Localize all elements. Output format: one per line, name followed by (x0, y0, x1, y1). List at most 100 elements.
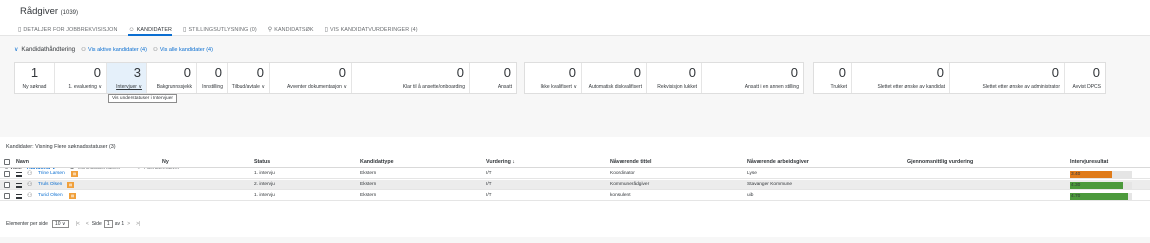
interview-result-bar: 4.70 (1070, 192, 1132, 200)
cell-title: konsulent (610, 193, 631, 198)
cell-rating: I/T (486, 193, 492, 198)
show-all-link[interactable]: ⚇ Vis alle kandidater (4) (153, 47, 213, 53)
tile-count: 0 (93, 65, 101, 80)
col-average-rating[interactable]: Gjennomsnittlig vurdering (907, 159, 973, 165)
tile-deleted-by-admin[interactable]: 0 Slettet etter ønske av administrator (950, 63, 1065, 93)
tile-count: 0 (183, 65, 191, 80)
status-tiles-withdrawn: 0 Trukket 0 Slettet etter ønske av kandida… (813, 62, 1106, 94)
candidate-name-link[interactable]: Turid Olsen (38, 193, 63, 198)
col-interview-result[interactable]: Intervjuresultat (1070, 159, 1108, 165)
search-icon: ⚲ (267, 27, 273, 33)
table-row[interactable]: ⚇ Truls Olsen ▤ 2. intervju Ekstern I/T … (0, 180, 1150, 190)
col-candidate-type[interactable]: Kandidattype (360, 159, 394, 165)
tab-label: DETALJER FOR JOBBREKVISISJON (23, 26, 118, 33)
last-page-button[interactable]: >| (136, 221, 140, 227)
tab-bar: ▯ DETALJER FOR JOBBREKVISISJON ☺ KANDIDATE… (18, 23, 429, 36)
tile-recommendation[interactable]: 0 Innstilling (197, 63, 228, 93)
tile-count: 3 (133, 65, 141, 80)
tab-label: KANDIDATSØK (274, 26, 314, 33)
tile-count: 0 (338, 65, 346, 80)
tile-new-application[interactable]: 1 Ny søknad (15, 63, 55, 93)
cv-icon: ▤ (67, 182, 74, 188)
cell-title: Kommunerådgiver (610, 182, 650, 187)
menu-icon[interactable] (16, 183, 22, 188)
tab-posting[interactable]: ▯ STILLINGSUTLYSNING (0) (183, 23, 257, 36)
cv-icon: ▤ (69, 193, 76, 199)
show-active-link[interactable]: ⚇ Vis aktive kandidater (4) (81, 47, 147, 53)
page-label: Side (91, 221, 102, 227)
table-row[interactable]: ⚇ Turid Olsen ▤ 1. intervju Ekstern I/T … (0, 191, 1150, 201)
tile-not-qualified[interactable]: 0 Ikke kvalifisert ∨ (525, 63, 582, 93)
tile-label: Slettet etter ønske av kandidat (877, 84, 945, 90)
interview-result-bar: 3.40 (1070, 170, 1132, 178)
tile-count: 0 (936, 65, 944, 80)
interview-result-value: 4.30 (1070, 181, 1124, 189)
tile-count: 0 (633, 65, 641, 80)
tile-hired[interactable]: 0 Ansatt (470, 63, 516, 93)
tile-label: Ikke kvalifisert ∨ (540, 84, 577, 90)
copy-icon: ▯ (183, 27, 187, 33)
col-current-employer[interactable]: Nåværende arbeidsgiver (747, 159, 809, 165)
link-label: Vis aktive kandidater (4) (88, 46, 147, 53)
tile-withdrawn[interactable]: 0 Trukket (814, 63, 852, 93)
tile-label: Tilbud/avtale ∨ (231, 84, 265, 90)
tab-assessments[interactable]: ▯ VIS KANDIDATVURDERINGER (4) (325, 23, 418, 36)
tile-ready-to-hire[interactable]: 0 Klar til å ansette/onboarding (352, 63, 470, 93)
first-page-button[interactable]: |< (76, 221, 80, 227)
tile-label: Automatisk diskvalifisert (588, 84, 642, 90)
header-row: Navn Ny Status Kandidattype Vurdering ↓ … (0, 156, 1150, 168)
link-label: Vis alle kandidater (4) (159, 46, 213, 53)
person-icon: ⚇ (27, 193, 33, 199)
per-page-select[interactable]: 10 ∨ (51, 220, 69, 228)
candidate-name-link[interactable]: Truls Olsen (38, 182, 62, 187)
menu-icon[interactable] (16, 194, 22, 199)
col-current-title[interactable]: Nåværende tittel (610, 159, 652, 165)
next-page-button[interactable]: > (127, 221, 130, 227)
status-tiles-active: 1 Ny søknad 0 1. evaluering ∨ 3 Intervjuer … (14, 62, 517, 94)
tile-background-check[interactable]: 0 Bakgrunnssjekk (147, 63, 197, 93)
candidate-name-link[interactable]: Trine Larsen (38, 171, 65, 176)
select-all-checkbox[interactable] (4, 159, 10, 165)
cell-type: Ekstern (360, 171, 377, 176)
tile-deleted-by-candidate[interactable]: 0 Slettet etter ønske av kandidat (852, 63, 950, 93)
row-checkbox[interactable] (4, 182, 10, 188)
tile-requisition-closed[interactable]: 0 Rekvisisjon lukket (647, 63, 702, 93)
cell-status: 1. intervju (254, 193, 275, 198)
title-count: (1039) (60, 10, 79, 16)
tile-label: Avventer dokumentasjon ∨ (287, 84, 347, 90)
page-header: Rådgiver (1039) ▯ DETALJER FOR JOBBREKVIS… (0, 0, 1150, 36)
col-rating[interactable]: Vurdering ↓ (486, 159, 515, 165)
person-icon: ⚇ (27, 182, 33, 188)
prev-page-button[interactable]: < (86, 221, 89, 227)
interview-result-value: 3.40 (1070, 170, 1113, 178)
tab-candidates[interactable]: ☺ KANDIDATER (128, 23, 172, 36)
document-icon: ▯ (18, 27, 22, 33)
tile-label: Ansatt (497, 84, 512, 90)
row-checkbox[interactable] (4, 193, 10, 199)
section-title: Kandidathåndtering (21, 46, 76, 53)
table-row[interactable]: ⚇ Trine Larsen ▤ 1. intervju Ekstern I/T… (0, 169, 1150, 179)
cell-rating: I/T (486, 182, 492, 187)
tile-count: 0 (214, 65, 222, 80)
tab-candidate-search[interactable]: ⚲ KANDIDATSØK (268, 23, 314, 36)
col-new[interactable]: Ny (162, 159, 169, 165)
tab-label: STILLINGSUTLYSNING (0) (188, 26, 257, 33)
tile-count: 0 (838, 65, 846, 80)
col-status[interactable]: Status (254, 159, 270, 165)
menu-icon[interactable] (16, 172, 22, 177)
col-name[interactable]: Navn (16, 159, 29, 165)
tab-details[interactable]: ▯ DETALJER FOR JOBBREKVISISJON (18, 23, 117, 36)
tile-offer[interactable]: 0 Tilbud/avtale ∨ (228, 63, 270, 93)
tile-rejected-dpcs[interactable]: 0 Avvist DPCS (1065, 63, 1105, 93)
person-icon: ⚇ (152, 46, 158, 53)
tile-hired-other-position[interactable]: 0 Ansatt i en annen stilling (702, 63, 803, 93)
tile-auto-disqualified[interactable]: 0 Automatisk diskvalifisert (582, 63, 647, 93)
row-checkbox[interactable] (4, 171, 10, 177)
page-input[interactable]: 1 (103, 220, 113, 228)
tile-label: Slettet etter ønske av administrator (982, 84, 1060, 90)
tile-awaiting-documentation[interactable]: 0 Avventer dokumentasjon ∨ (270, 63, 352, 93)
tile-first-evaluation[interactable]: 0 1. evaluering ∨ (55, 63, 107, 93)
tile-interviews[interactable]: 3 Intervjuer ∨ (107, 63, 147, 93)
tile-count: 0 (688, 65, 696, 80)
chevron-down-icon[interactable]: ∨ (14, 46, 18, 53)
